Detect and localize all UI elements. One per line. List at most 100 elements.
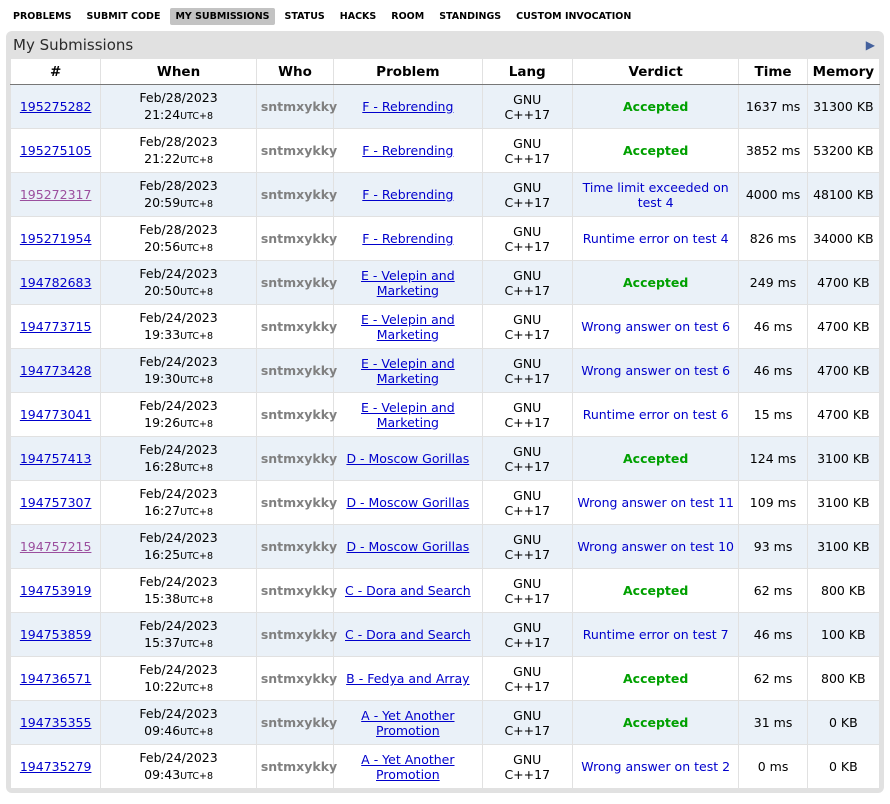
verdict-text[interactable]: Accepted: [623, 275, 688, 290]
user-link[interactable]: sntmxykky: [261, 187, 337, 202]
submission-id-link[interactable]: 194782683: [20, 275, 92, 290]
nav-item-standings[interactable]: STANDINGS: [434, 8, 506, 25]
lang-cell: GNU C++17: [482, 613, 572, 657]
time-cell: 0 ms: [739, 745, 807, 789]
time-cell: 826 ms: [739, 217, 807, 261]
problem-link[interactable]: A - Yet Another Promotion: [361, 752, 454, 782]
when-cell: Feb/24/202310:22UTC+8: [101, 657, 257, 701]
nav-item-status[interactable]: STATUS: [280, 8, 330, 25]
column-header-problem: Problem: [334, 59, 483, 85]
problem-cell: E - Velepin and Marketing: [334, 393, 483, 437]
problem-link[interactable]: D - Moscow Gorillas: [346, 451, 469, 466]
problem-cell: D - Moscow Gorillas: [334, 481, 483, 525]
verdict-text[interactable]: Accepted: [623, 583, 688, 598]
problem-link[interactable]: F - Rebrending: [362, 187, 453, 202]
nav-item-problems[interactable]: PROBLEMS: [8, 8, 76, 25]
language-label: GNU C++17: [502, 356, 552, 386]
nav-item-submit-code[interactable]: SUBMIT CODE: [81, 8, 165, 25]
problem-link[interactable]: D - Moscow Gorillas: [346, 539, 469, 554]
problem-link[interactable]: C - Dora and Search: [345, 583, 471, 598]
submission-id-link[interactable]: 194773428: [20, 363, 92, 378]
submission-id-link[interactable]: 194736571: [20, 671, 92, 686]
problem-link[interactable]: E - Velepin and Marketing: [361, 268, 455, 298]
verdict-text[interactable]: Wrong answer on test 6: [581, 363, 730, 378]
language-label: GNU C++17: [502, 268, 552, 298]
user-link[interactable]: sntmxykky: [261, 231, 337, 246]
submission-id-link[interactable]: 194753859: [20, 627, 92, 642]
submissions-table: #WhenWhoProblemLangVerdictTimeMemory 195…: [10, 58, 880, 789]
submission-id-link[interactable]: 194757307: [20, 495, 92, 510]
verdict-text[interactable]: Runtime error on test 7: [583, 627, 729, 642]
user-link[interactable]: sntmxykky: [261, 495, 337, 510]
verdict-text[interactable]: Accepted: [623, 671, 688, 686]
user-link[interactable]: sntmxykky: [261, 407, 337, 422]
submission-id-link[interactable]: 194773715: [20, 319, 92, 334]
timezone-label: UTC+8: [180, 683, 213, 694]
user-link[interactable]: sntmxykky: [261, 539, 337, 554]
user-link[interactable]: sntmxykky: [261, 363, 337, 378]
verdict-text[interactable]: Wrong answer on test 10: [577, 539, 734, 554]
submissions-datatable: My Submissions ▶ #WhenWhoProblemLangVerd…: [6, 31, 884, 793]
section-title: My Submissions: [13, 36, 133, 54]
submission-time: 10:22UTC+8: [105, 679, 252, 696]
user-link[interactable]: sntmxykky: [261, 715, 337, 730]
problem-link[interactable]: F - Rebrending: [362, 231, 453, 246]
submission-id-link[interactable]: 194773041: [20, 407, 92, 422]
submission-id-link[interactable]: 194757413: [20, 451, 92, 466]
expand-arrow-icon[interactable]: ▶: [866, 38, 875, 52]
user-link[interactable]: sntmxykky: [261, 671, 337, 686]
submission-id-cell: 195275282: [11, 85, 101, 129]
user-link[interactable]: sntmxykky: [261, 99, 337, 114]
nav-item-my-submissions[interactable]: MY SUBMISSIONS: [170, 8, 274, 25]
who-cell: sntmxykky: [256, 173, 333, 217]
problem-link[interactable]: E - Velepin and Marketing: [361, 356, 455, 386]
verdict-text[interactable]: Accepted: [623, 451, 688, 466]
verdict-text[interactable]: Accepted: [623, 715, 688, 730]
submission-date: Feb/24/2023: [105, 398, 252, 415]
who-cell: sntmxykky: [256, 569, 333, 613]
submission-id-link[interactable]: 194735279: [20, 759, 92, 774]
problem-link[interactable]: E - Velepin and Marketing: [361, 312, 455, 342]
when-cell: Feb/24/202315:37UTC+8: [101, 613, 257, 657]
problem-link[interactable]: C - Dora and Search: [345, 627, 471, 642]
submission-id-link[interactable]: 195271954: [20, 231, 92, 246]
verdict-text[interactable]: Runtime error on test 4: [583, 231, 729, 246]
when-cell: Feb/28/202320:59UTC+8: [101, 173, 257, 217]
problem-link[interactable]: E - Velepin and Marketing: [361, 400, 455, 430]
user-link[interactable]: sntmxykky: [261, 275, 337, 290]
user-link[interactable]: sntmxykky: [261, 759, 337, 774]
nav-item-room[interactable]: ROOM: [386, 8, 429, 25]
submission-id-link[interactable]: 194753919: [20, 583, 92, 598]
user-link[interactable]: sntmxykky: [261, 451, 337, 466]
submission-id-cell: 194773715: [11, 305, 101, 349]
verdict-text[interactable]: Time limit exceeded on test 4: [583, 180, 729, 210]
submission-id-link[interactable]: 195275282: [20, 99, 92, 114]
verdict-text[interactable]: Wrong answer on test 2: [581, 759, 730, 774]
language-label: GNU C++17: [502, 312, 552, 342]
user-link[interactable]: sntmxykky: [261, 143, 337, 158]
submission-id-link[interactable]: 194735355: [20, 715, 92, 730]
submission-id-link[interactable]: 195272317: [20, 187, 92, 202]
memory-cell: 4700 KB: [807, 349, 879, 393]
verdict-text[interactable]: Wrong answer on test 6: [581, 319, 730, 334]
problem-link[interactable]: F - Rebrending: [362, 143, 453, 158]
problem-link[interactable]: B - Fedya and Array: [346, 671, 469, 686]
verdict-text[interactable]: Runtime error on test 6: [583, 407, 729, 422]
problem-link[interactable]: F - Rebrending: [362, 99, 453, 114]
nav-item-custom-invocation[interactable]: CUSTOM INVOCATION: [511, 8, 636, 25]
submission-id-link[interactable]: 195275105: [20, 143, 92, 158]
verdict-text[interactable]: Accepted: [623, 143, 688, 158]
submission-time: 16:27UTC+8: [105, 503, 252, 520]
nav-item-hacks[interactable]: HACKS: [335, 8, 381, 25]
user-link[interactable]: sntmxykky: [261, 627, 337, 642]
lang-cell: GNU C++17: [482, 349, 572, 393]
time-cell: 124 ms: [739, 437, 807, 481]
verdict-text[interactable]: Accepted: [623, 99, 688, 114]
problem-link[interactable]: A - Yet Another Promotion: [361, 708, 454, 738]
verdict-text[interactable]: Wrong answer on test 11: [577, 495, 734, 510]
when-cell: Feb/24/202319:30UTC+8: [101, 349, 257, 393]
problem-link[interactable]: D - Moscow Gorillas: [346, 495, 469, 510]
submission-id-link[interactable]: 194757215: [20, 539, 92, 554]
user-link[interactable]: sntmxykky: [261, 583, 337, 598]
user-link[interactable]: sntmxykky: [261, 319, 337, 334]
